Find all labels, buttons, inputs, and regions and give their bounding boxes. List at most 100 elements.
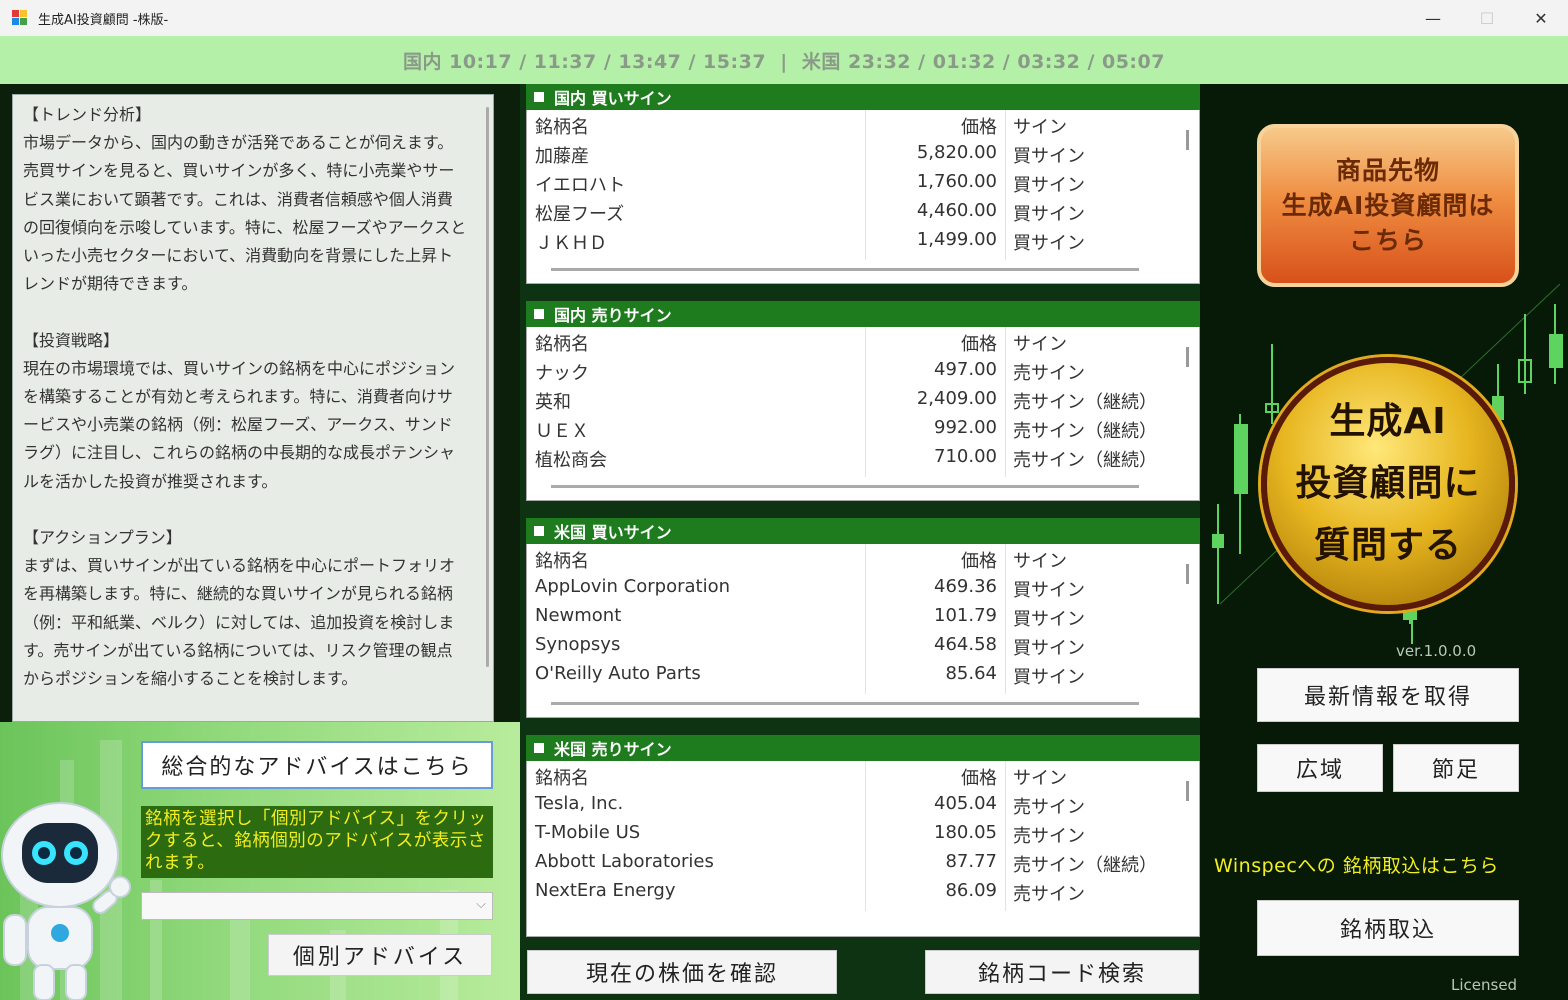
chevron-down-icon: ⌵ — [476, 897, 486, 912]
robot-mascot-icon — [1, 802, 131, 1000]
table-row[interactable]: 植松商会 710.00 売サイン（継続） — [527, 443, 1187, 472]
stock-price: 710.00 — [934, 446, 997, 467]
horizontal-scrollbar[interactable] — [551, 268, 1139, 271]
futures-line-1: 商品先物 — [1335, 156, 1440, 185]
stock-signal: 買サイン — [1013, 580, 1085, 601]
header-price[interactable]: 価格 — [961, 113, 997, 139]
stock-name: 英和 — [535, 392, 571, 413]
vertical-scrollbar[interactable] — [1186, 781, 1189, 801]
table-row[interactable]: Abbott Laboratories 87.77 売サイン（継続） — [527, 848, 1187, 877]
version-label: ver.1.0.0.0 — [1396, 642, 1477, 660]
stock-signal: 買サイン — [1013, 667, 1085, 688]
table-row[interactable]: 加藤産 5,820.00 買サイン — [527, 139, 1187, 168]
stock-name: O'Reilly Auto Parts — [535, 663, 701, 684]
table-row[interactable]: O'Reilly Auto Parts 85.64 買サイン — [527, 660, 1187, 689]
ask-ai-advisor-button[interactable]: 生成AI 投資顧問に 質問する — [1261, 357, 1515, 611]
stock-price: 405.04 — [934, 793, 997, 814]
table-row[interactable]: Tesla, Inc. 405.04 売サイン — [527, 790, 1187, 819]
instruction-text: 銘柄を選択し「個別アドバイス」をクリックすると、銘柄個別のアドバイスが表示されま… — [141, 806, 493, 878]
panel-title: 米国 売りサイン — [554, 740, 672, 759]
stock-name: ＪＫＨＤ — [535, 233, 607, 254]
stock-price: 5,820.00 — [916, 142, 997, 163]
vertical-scrollbar[interactable] — [1186, 347, 1189, 367]
table-row[interactable]: Synopsys 464.58 買サイン — [527, 631, 1187, 660]
table-row[interactable]: NextEra Energy 86.09 売サイン — [527, 877, 1187, 906]
stock-price: 180.05 — [934, 822, 997, 843]
table-row[interactable]: ＪＫＨＤ 1,499.00 買サイン — [527, 226, 1187, 255]
fetch-latest-button[interactable]: 最新情報を取得 — [1257, 668, 1519, 722]
header-name[interactable]: 銘柄名 — [535, 113, 589, 139]
stock-code-search-button[interactable]: 銘柄コード検索 — [925, 950, 1199, 994]
market-times-bar: 国内 10:17 / 11:37 / 13:47 / 15:37 | 米国 23… — [0, 36, 1568, 84]
stock-price: 497.00 — [934, 359, 997, 380]
header-signal[interactable]: サイン — [1013, 113, 1067, 139]
stock-price: 86.09 — [945, 880, 997, 901]
us-sell-list[interactable]: 銘柄名 価格 サイン Tesla, Inc. 405.04 売サイン T-Mobile … — [526, 761, 1200, 937]
stock-price: 85.64 — [945, 663, 997, 684]
settings-button[interactable]: 節足 — [1393, 744, 1519, 792]
overall-advice-button[interactable]: 総合的なアドバイスはこちら — [141, 741, 493, 789]
stock-price: 464.58 — [934, 634, 997, 655]
vertical-scrollbar[interactable] — [1186, 130, 1189, 150]
stock-name: NextEra Energy — [535, 880, 676, 901]
ask-line-1: 生成AI — [1329, 401, 1447, 442]
futures-line-2: 生成AI投資顧問は — [1281, 191, 1495, 220]
stock-price: 992.00 — [934, 417, 997, 438]
minimize-button[interactable]: — — [1406, 0, 1460, 36]
stock-price: 1,499.00 — [916, 229, 997, 250]
app-icon — [12, 10, 28, 26]
stock-price: 4,460.00 — [916, 200, 997, 221]
stock-signal: 売サイン（継続） — [1013, 450, 1157, 471]
wide-area-button[interactable]: 広域 — [1257, 744, 1383, 792]
horizontal-scrollbar[interactable] — [551, 485, 1139, 488]
stock-signal: 買サイン — [1013, 233, 1085, 254]
header-signal[interactable]: サイン — [1013, 330, 1067, 356]
advice-textbox[interactable]: 【トレンド分析】 市場データから、国内の動きが活発であることが伺えます。売買サイ… — [12, 94, 494, 722]
stock-name: ＵＥＸ — [535, 421, 589, 442]
individual-advice-button[interactable]: 個別アドバイス — [268, 934, 492, 976]
close-button[interactable]: ✕ — [1514, 0, 1568, 36]
header-name[interactable]: 銘柄名 — [535, 330, 589, 356]
ask-line-2: 投資顧問に — [1295, 463, 1481, 504]
table-row[interactable]: ＵＥＸ 992.00 売サイン（継続） — [527, 414, 1187, 443]
header-name[interactable]: 銘柄名 — [535, 764, 589, 790]
stock-name: 加藤産 — [535, 146, 589, 167]
stock-name: イエロハト — [535, 175, 626, 196]
jp-buy-list[interactable]: 銘柄名 価格 サイン 加藤産 5,820.00 買サイン イエロハト 1,760.00 買サ… — [526, 110, 1200, 284]
stock-name: Tesla, Inc. — [535, 793, 624, 814]
us-buy-list[interactable]: 銘柄名 価格 サイン AppLovin Corporation 469.36 買サイン … — [526, 544, 1200, 718]
import-stocks-button[interactable]: 銘柄取込 — [1257, 900, 1519, 956]
check-current-price-button[interactable]: 現在の株価を確認 — [527, 950, 837, 994]
header-signal[interactable]: サイン — [1013, 547, 1067, 573]
stock-signal: 買サイン — [1013, 638, 1085, 659]
advice-text: 【トレンド分析】 市場データから、国内の動きが活発であることが伺えます。売買サイ… — [23, 105, 467, 689]
header-price[interactable]: 価格 — [961, 547, 997, 573]
vertical-scrollbar[interactable] — [1186, 564, 1189, 584]
winspec-import-text: Winspecへの 銘柄取込はこちら — [1214, 855, 1499, 877]
table-row[interactable]: イエロハト 1,760.00 買サイン — [527, 168, 1187, 197]
header-signal[interactable]: サイン — [1013, 764, 1067, 790]
stock-name: Abbott Laboratories — [535, 851, 714, 872]
header-price[interactable]: 価格 — [961, 764, 997, 790]
table-row[interactable]: T-Mobile US 180.05 売サイン — [527, 819, 1187, 848]
stock-signal: 売サイン（継続） — [1013, 392, 1157, 413]
ask-line-3: 質問する — [1313, 525, 1462, 566]
table-row[interactable]: 松屋フーズ 4,460.00 買サイン — [527, 197, 1187, 226]
stock-signal: 売サイン（継続） — [1013, 855, 1157, 876]
header-name[interactable]: 銘柄名 — [535, 547, 589, 573]
stock-name: 松屋フーズ — [535, 204, 625, 225]
table-row[interactable]: Newmont 101.79 買サイン — [527, 602, 1187, 631]
commodity-futures-button[interactable]: 商品先物 生成AI投資顧問は こちら — [1257, 124, 1519, 287]
table-row[interactable]: ナック 497.00 売サイン — [527, 356, 1187, 385]
window-title: 生成AI投資顧問 -株版- — [38, 12, 169, 28]
stock-name: Newmont — [535, 605, 622, 626]
table-row[interactable]: AppLovin Corporation 469.36 買サイン — [527, 573, 1187, 602]
header-price[interactable]: 価格 — [961, 330, 997, 356]
advice-scrollbar[interactable] — [486, 107, 489, 667]
stock-name: T-Mobile US — [535, 822, 641, 843]
futures-line-3: こちら — [1348, 226, 1427, 255]
stock-select-dropdown[interactable]: ⌵ — [141, 892, 493, 920]
table-row[interactable]: 英和 2,409.00 売サイン（継続） — [527, 385, 1187, 414]
jp-sell-list[interactable]: 銘柄名 価格 サイン ナック 497.00 売サイン 英和 2,409.00 売サイン（継続… — [526, 327, 1200, 501]
horizontal-scrollbar[interactable] — [551, 702, 1139, 705]
